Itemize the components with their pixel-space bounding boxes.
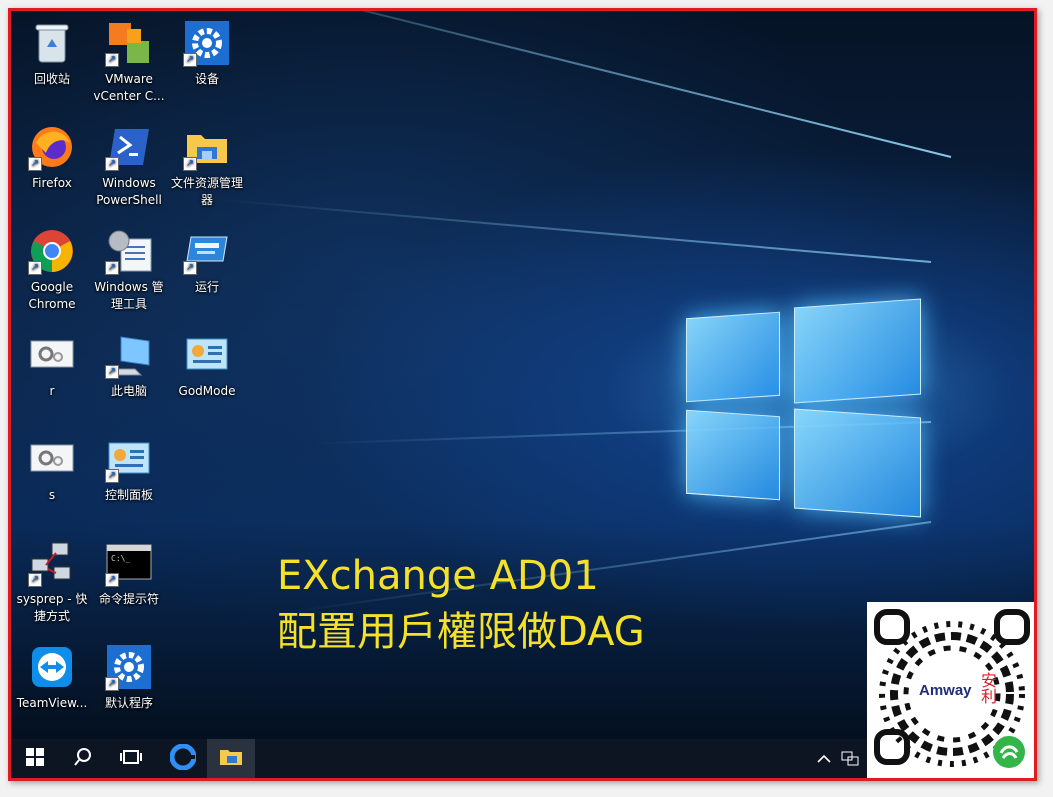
- shortcut-arrow-icon: ↗: [105, 365, 119, 379]
- file-explorer-icon: [219, 747, 243, 771]
- network-computers-icon: ↗: [28, 539, 76, 587]
- search-button[interactable]: [59, 739, 107, 778]
- shortcut-arrow-icon: ↗: [183, 157, 197, 171]
- amway-chinese-logo: 安利: [978, 672, 997, 704]
- batch-file-icon: [28, 435, 76, 483]
- recycle-bin-icon: [28, 19, 76, 67]
- admin-tools-icon: ↗: [105, 227, 153, 275]
- icon-label: r: [49, 384, 55, 398]
- shortcut-arrow-icon: ↗: [105, 261, 119, 275]
- start-button[interactable]: [11, 739, 59, 778]
- shortcut-arrow-icon: ↗: [28, 157, 42, 171]
- folder-icon: ↗: [183, 123, 231, 171]
- desktop-icon-r[interactable]: r: [13, 331, 91, 400]
- shortcut-arrow-icon: ↗: [105, 573, 119, 587]
- qr-code-watermark: Amway 安利: [867, 602, 1034, 778]
- desktop-icon-recycle-bin[interactable]: 回收站: [13, 19, 91, 88]
- icon-label: 运行: [194, 280, 219, 294]
- desktop-icon-google-chrome[interactable]: ↗ Google Chrome: [13, 227, 91, 313]
- search-icon: [73, 747, 93, 771]
- task-view-button[interactable]: [107, 739, 155, 778]
- network-icon[interactable]: [841, 750, 859, 769]
- desktop-icon-firefox[interactable]: ↗ Firefox: [13, 123, 91, 192]
- icon-label: 设备: [194, 72, 219, 86]
- run-icon: ↗: [183, 227, 231, 275]
- gear-icon: ↗: [105, 643, 153, 691]
- icon-label: 命令提示符: [98, 592, 159, 606]
- file-explorer-taskbar-button[interactable]: [207, 739, 255, 778]
- shortcut-arrow-icon: ↗: [183, 261, 197, 275]
- windows-logo-wallpaper: [686, 297, 926, 518]
- icon-label: GodMode: [178, 384, 236, 398]
- icon-label: 控制面板: [104, 488, 153, 502]
- svg-text:C:\_: C:\_: [111, 554, 130, 563]
- desktop-icon-godmode[interactable]: GodMode: [168, 331, 246, 400]
- desktop-icon-command-prompt[interactable]: C:\_ ↗ 命令提示符: [90, 539, 168, 608]
- shortcut-arrow-icon: ↗: [105, 469, 119, 483]
- powershell-icon: ↗: [105, 123, 153, 171]
- command-prompt-icon: C:\_ ↗: [105, 539, 153, 587]
- desktop-icon-windows-admin-tools[interactable]: ↗ Windows 管理工具: [90, 227, 168, 313]
- desktop-icon-s[interactable]: s: [13, 435, 91, 504]
- desktop-icon-sysprep-shortcut[interactable]: ↗ sysprep - 快捷方式: [13, 539, 91, 625]
- icon-label: VMware vCenter C...: [93, 72, 165, 103]
- icon-label: Windows PowerShell: [96, 176, 162, 207]
- shortcut-arrow-icon: ↗: [28, 573, 42, 587]
- computer-icon: ↗: [105, 331, 153, 379]
- gear-icon: ↗: [183, 19, 231, 67]
- edge-icon: [169, 743, 197, 774]
- shortcut-arrow-icon: ↗: [183, 53, 197, 67]
- icon-label: 此电脑: [110, 384, 147, 398]
- icon-label: TeamView...: [16, 696, 88, 710]
- shortcut-arrow-icon: ↗: [28, 261, 42, 275]
- desktop-icon-windows-powershell[interactable]: ↗ Windows PowerShell: [90, 123, 168, 209]
- batch-file-icon: [28, 331, 76, 379]
- overlay-title-line1: EXchange AD01: [277, 553, 599, 599]
- shortcut-arrow-icon: ↗: [105, 157, 119, 171]
- control-panel-icon: ↗: [105, 435, 153, 483]
- icon-label: 文件资源管理器: [170, 176, 243, 207]
- overlay-title-line2: 配置用戶權限做DAG: [277, 609, 645, 655]
- chevron-up-icon[interactable]: [817, 752, 831, 766]
- desktop-icon-this-pc[interactable]: ↗ 此电脑: [90, 331, 168, 400]
- icon-label: sysprep - 快捷方式: [16, 592, 88, 623]
- desktop-icon-vmware-vcenter[interactable]: ↗ VMware vCenter C...: [90, 19, 168, 105]
- desktop-icon-run[interactable]: ↗ 运行: [168, 227, 246, 296]
- shortcut-arrow-icon: ↗: [105, 677, 119, 691]
- icon-label: Google Chrome: [28, 280, 76, 311]
- desktop-icon-teamviewer[interactable]: TeamView...: [13, 643, 91, 712]
- desktop-icon-control-panel[interactable]: ↗ 控制面板: [90, 435, 168, 504]
- desktop-icon-default-programs[interactable]: ↗ 默认程序: [90, 643, 168, 712]
- icon-label: 回收站: [33, 72, 70, 86]
- screenshot-frame: 回收站 ↗ Firefox ↗ Google Chrome r s ↗ sysp…: [8, 8, 1037, 781]
- vmware-icon: ↗: [105, 19, 153, 67]
- firefox-icon: ↗: [28, 123, 76, 171]
- start-icon: [26, 748, 44, 770]
- task-view-icon: [120, 748, 142, 770]
- shortcut-arrow-icon: ↗: [105, 53, 119, 67]
- edge-button[interactable]: [159, 739, 207, 778]
- desktop-icon-file-explorer[interactable]: ↗ 文件资源管理器: [168, 123, 246, 209]
- amway-logo: Amway: [919, 682, 972, 699]
- icon-label: Firefox: [32, 176, 72, 190]
- teamviewer-icon: [28, 643, 76, 691]
- desktop-icon-settings[interactable]: ↗ 设备: [168, 19, 246, 88]
- icon-label: Windows 管理工具: [94, 280, 164, 311]
- icon-label: 默认程序: [104, 696, 153, 710]
- chrome-icon: ↗: [28, 227, 76, 275]
- icon-label: s: [48, 488, 56, 502]
- control-panel-icon: [183, 331, 231, 379]
